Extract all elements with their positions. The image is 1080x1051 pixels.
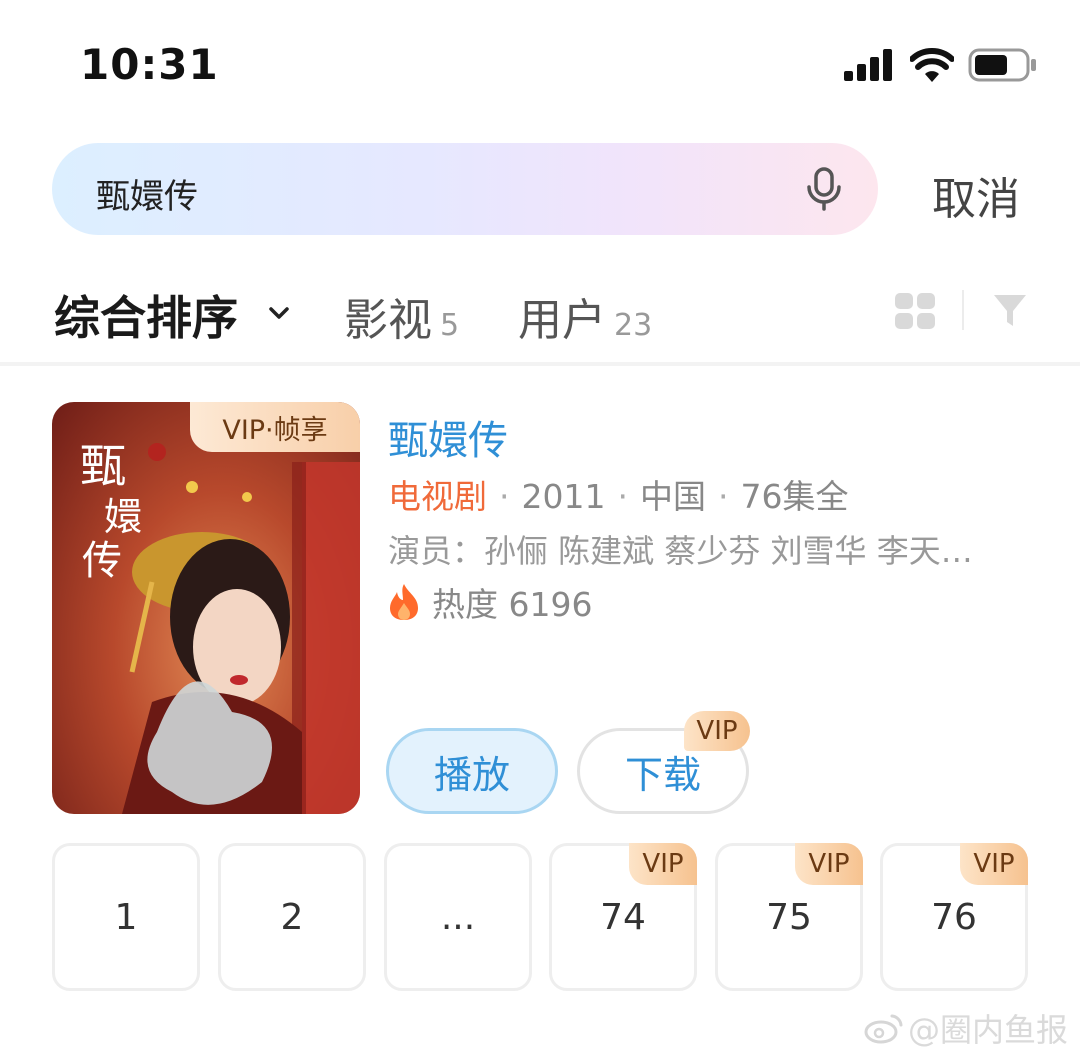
search-query: 甄嬛传 xyxy=(96,177,198,217)
status-time: 10:31 xyxy=(80,40,219,89)
episode-vip-badge: VIP xyxy=(960,843,1028,885)
episode-vip-badge: VIP xyxy=(629,843,697,885)
play-button[interactable]: 播放 xyxy=(386,728,558,814)
episode-button-75[interactable]: 75 VIP xyxy=(715,843,863,991)
vip-frame-badge: VIP·帧享 xyxy=(190,402,360,452)
tab-label: 用户 xyxy=(518,295,606,346)
filter-icon[interactable] xyxy=(992,292,1028,330)
svg-text:甄: 甄 xyxy=(80,439,126,493)
cancel-button[interactable]: 取消 xyxy=(932,163,1020,227)
episode-list: 1 2 ... 74 VIP 75 VIP 76 VIP xyxy=(52,843,1028,991)
poster-image[interactable]: 甄 嬛 传 VIP·帧享 xyxy=(52,402,360,814)
tab-film-tv[interactable]: 影视 5 xyxy=(344,284,459,348)
result-title[interactable]: 甄嬛传 xyxy=(388,408,508,466)
search-input[interactable]: 甄嬛传 xyxy=(52,143,878,235)
episode-label: 1 xyxy=(114,896,138,938)
episode-label: 2 xyxy=(280,896,304,938)
toolbar-divider xyxy=(962,290,964,330)
episode-button-76[interactable]: 76 VIP xyxy=(880,843,1028,991)
chevron-down-icon[interactable] xyxy=(266,300,292,326)
flame-icon xyxy=(390,584,418,620)
region-label: 中国 xyxy=(639,477,706,516)
svg-text:传: 传 xyxy=(82,538,122,584)
watermark-text: @圈内鱼报 xyxy=(907,1011,1068,1049)
battery-icon xyxy=(968,48,1036,82)
heat-value: 热度 6196 xyxy=(432,585,593,624)
tab-count: 5 xyxy=(440,308,460,343)
signal-icon xyxy=(844,49,892,81)
episode-button-74[interactable]: 74 VIP xyxy=(549,843,697,991)
result-meta: 电视剧 · 2011 · 中国 · 76集全 xyxy=(388,477,849,516)
tab-label: 影视 xyxy=(344,295,432,346)
year-label: 2011 xyxy=(521,477,606,516)
genre-label: 电视剧 xyxy=(388,477,487,516)
section-divider xyxy=(0,362,1080,366)
sort-dropdown[interactable]: 综合排序 xyxy=(54,282,238,348)
episode-button-1[interactable]: 1 xyxy=(52,843,200,991)
episode-more-button[interactable]: ... xyxy=(384,843,532,991)
wifi-icon xyxy=(910,48,954,82)
download-vip-badge: VIP xyxy=(684,711,750,751)
episode-label: ... xyxy=(440,896,476,938)
episode-button-2[interactable]: 2 xyxy=(218,843,366,991)
episode-label: 76 xyxy=(931,896,977,938)
heat-row: 热度 6196 xyxy=(388,578,592,626)
episode-vip-badge: VIP xyxy=(795,843,863,885)
status-icons xyxy=(844,48,1038,82)
weibo-logo-icon xyxy=(864,1014,903,1044)
episodes-count-label: 76集全 xyxy=(740,477,849,516)
tab-count: 23 xyxy=(614,308,653,343)
cast-list: 演员：孙俪 陈建斌 蔡少芬 刘雪华 李天… xyxy=(388,532,973,570)
svg-text:嬛: 嬛 xyxy=(104,495,142,539)
grid-view-icon[interactable] xyxy=(894,292,936,330)
watermark: @圈内鱼报 xyxy=(864,1005,1068,1051)
microphone-icon[interactable] xyxy=(800,165,848,213)
episode-label: 75 xyxy=(766,896,812,938)
episode-label: 74 xyxy=(600,896,646,938)
tab-users[interactable]: 用户 23 xyxy=(518,284,652,348)
